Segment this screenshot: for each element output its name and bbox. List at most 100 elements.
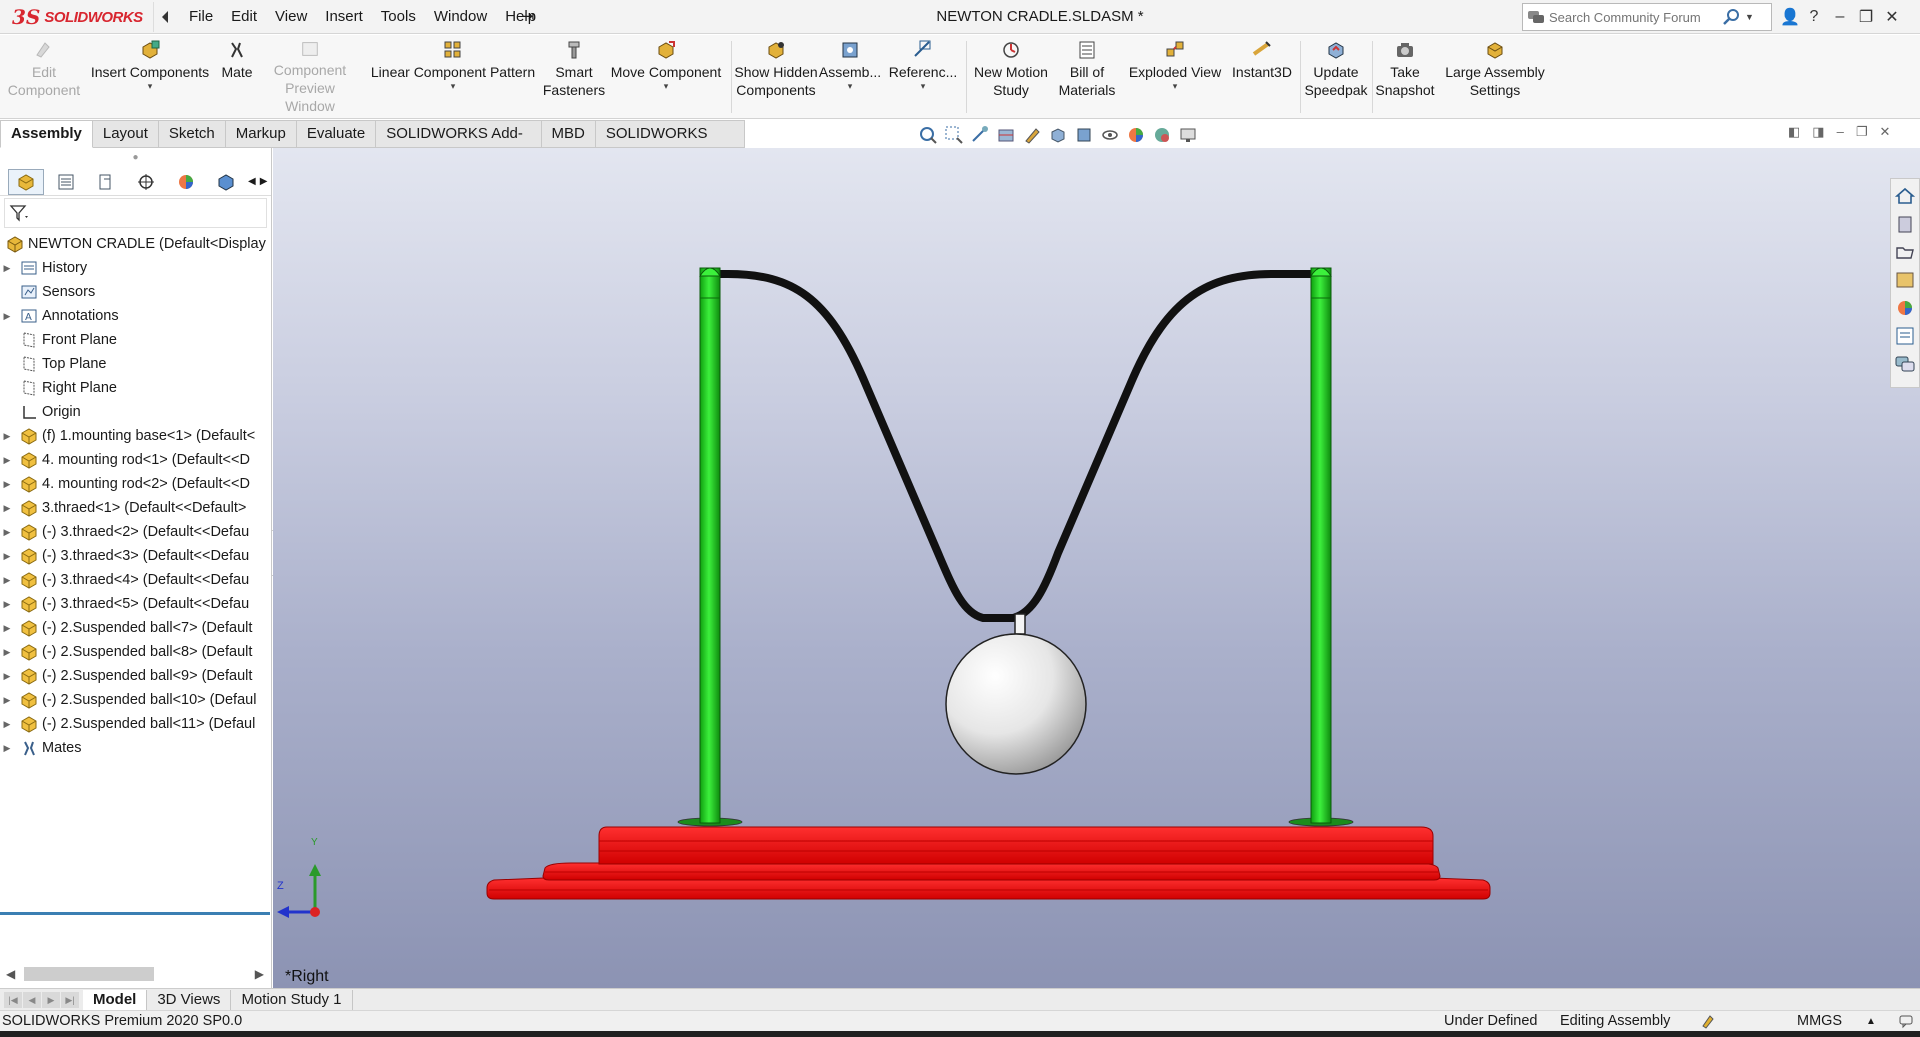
- insert-components-button[interactable]: Insert Components ▾: [90, 39, 210, 115]
- tab-mbd[interactable]: MBD: [541, 120, 596, 148]
- display-style-icon[interactable]: [1074, 125, 1094, 145]
- menu-view[interactable]: View: [266, 0, 316, 34]
- referenc-button[interactable]: Referenc... ▾: [889, 39, 957, 115]
- expand-arrow-icon[interactable]: ▶: [0, 527, 14, 538]
- expand-arrow-icon[interactable]: ▶: [0, 311, 14, 322]
- expand-arrow-icon[interactable]: ▶: [0, 479, 14, 490]
- filter-icon[interactable]: [9, 204, 31, 222]
- tab-markup[interactable]: Markup: [225, 120, 297, 148]
- menu-expand-arrow-icon[interactable]: [158, 8, 172, 26]
- units-menu-arrow[interactable]: ▲: [1866, 1011, 1876, 1032]
- search-input[interactable]: [1549, 9, 1719, 25]
- show-hidden-components-button[interactable]: Show Hidden Components: [734, 39, 818, 115]
- prev-tab-arrow[interactable]: ◀: [23, 991, 41, 1008]
- tree-item[interactable]: ▶ (-) 3.thraed<4> (Default<<Defau: [0, 568, 272, 592]
- community-search-box[interactable]: ▼: [1522, 3, 1772, 31]
- expand-arrow-icon[interactable]: ▶: [0, 623, 14, 634]
- tree-item[interactable]: ▶ (-) 2.Suspended ball<9> (Default: [0, 664, 272, 688]
- tree-item[interactable]: Top Plane: [0, 352, 272, 376]
- display-manager-tab-icon[interactable]: [168, 169, 204, 195]
- tree-item[interactable]: ▶ (-) 2.Suspended ball<8> (Default: [0, 640, 272, 664]
- first-tab-arrow[interactable]: |◀: [4, 991, 22, 1008]
- component-preview-window-button[interactable]: Component Preview Window: [260, 39, 360, 115]
- tree-item[interactable]: ▶ (f) 1.mounting base<1> (Default<: [0, 424, 272, 448]
- update-speedpak-button[interactable]: Update Speedpak: [1303, 39, 1369, 115]
- dropdown-arrow-icon[interactable]: ▾: [148, 81, 153, 91]
- tile-right-icon[interactable]: ◨: [1812, 124, 1824, 140]
- panel-tabs-right-arrow[interactable]: ▶: [260, 176, 268, 187]
- tree-item[interactable]: ▶ 4. mounting rod<1> (Default<<D: [0, 448, 272, 472]
- scroll-left-arrow[interactable]: ◀: [6, 967, 15, 981]
- previous-view-icon[interactable]: [970, 125, 990, 145]
- tree-item[interactable]: Front Plane: [0, 328, 272, 352]
- panel-tabs-left-arrow[interactable]: ◀: [248, 176, 256, 187]
- tab-solidworks-add-ins[interactable]: SOLIDWORKS Add-Ins: [376, 120, 542, 168]
- scroll-right-arrow[interactable]: ▶: [255, 967, 264, 981]
- menu-file[interactable]: File: [180, 0, 222, 34]
- scroll-thumb[interactable]: [24, 967, 154, 981]
- tree-item[interactable]: ▶ (-) 2.Suspended ball<10> (Defaul: [0, 688, 272, 712]
- tree-item[interactable]: ▶ A Annotations: [0, 304, 272, 328]
- forum-icon[interactable]: [1894, 353, 1916, 375]
- close-button[interactable]: ✕: [1884, 7, 1900, 27]
- doc-restore-icon[interactable]: ❐: [1856, 124, 1868, 140]
- hide-show-items-icon[interactable]: [1100, 125, 1120, 145]
- tab-layout[interactable]: Layout: [92, 120, 159, 148]
- menu-edit[interactable]: Edit: [222, 0, 266, 34]
- expand-arrow-icon[interactable]: ▶: [0, 431, 14, 442]
- solidworks-logo[interactable]: 3S SOLIDWORKS: [4, 2, 154, 32]
- dropdown-arrow-icon[interactable]: ▾: [1173, 81, 1178, 91]
- smart-fasteners-button[interactable]: Smart Fasteners: [543, 39, 605, 115]
- mounting-rod-right[interactable]: [1310, 267, 1332, 824]
- help-icon[interactable]: ?: [1806, 8, 1822, 26]
- bottom-tab-3d-views[interactable]: 3D Views: [147, 989, 232, 1010]
- dropdown-arrow-icon[interactable]: ▾: [921, 81, 926, 91]
- minimize-button[interactable]: –: [1832, 8, 1848, 26]
- configurationmanager-tab-icon[interactable]: [88, 169, 124, 195]
- menu-insert[interactable]: Insert: [316, 0, 372, 34]
- expand-arrow-icon[interactable]: ▶: [0, 575, 14, 586]
- view-palette-icon[interactable]: [1894, 269, 1916, 291]
- tree-item[interactable]: Sensors: [0, 280, 272, 304]
- view-settings-icon[interactable]: [1178, 125, 1198, 145]
- search-dropdown-icon[interactable]: ▼: [1745, 12, 1754, 22]
- tab-solidworks-cam[interactable]: SOLIDWORKS CAM: [595, 120, 745, 168]
- tree-item[interactable]: ▶ (-) 3.thraed<2> (Default<<Defau: [0, 520, 272, 544]
- restore-button[interactable]: ❐: [1858, 7, 1874, 27]
- dynamic-annotation-icon[interactable]: [1022, 125, 1042, 145]
- pin-menu-icon[interactable]: ⇥: [518, 7, 538, 27]
- bill-of-materials-button[interactable]: Bill of Materials: [1056, 39, 1118, 115]
- cam-tab-icon[interactable]: [208, 169, 244, 195]
- tree-item[interactable]: Origin: [0, 400, 272, 424]
- tile-left-icon[interactable]: ◧: [1788, 124, 1800, 140]
- tab-assembly[interactable]: Assembly: [0, 120, 93, 148]
- expand-arrow-icon[interactable]: ▶: [0, 551, 14, 562]
- featuremanager-tab-icon[interactable]: [8, 168, 44, 195]
- exploded-view-button[interactable]: Exploded View ▾: [1128, 39, 1222, 115]
- suspension-thread[interactable]: [706, 270, 1325, 622]
- newton-cradle-model[interactable]: [273, 148, 1920, 988]
- next-tab-arrow[interactable]: ▶: [42, 991, 60, 1008]
- apply-scene-icon[interactable]: [1152, 125, 1172, 145]
- panel-grip[interactable]: ●: [0, 148, 271, 168]
- tree-item[interactable]: ▶ (-) 3.thraed<3> (Default<<Defau: [0, 544, 272, 568]
- tree-filter[interactable]: [4, 198, 267, 228]
- tree-item[interactable]: ▶ 3.thraed<1> (Default<<Default>: [0, 496, 272, 520]
- bottom-tab-motion-study-1[interactable]: Motion Study 1: [231, 989, 353, 1010]
- expand-arrow-icon[interactable]: ▶: [0, 503, 14, 514]
- mounting-rod-left[interactable]: [699, 267, 721, 824]
- zoom-to-area-icon[interactable]: [944, 125, 964, 145]
- expand-arrow-icon[interactable]: ▶: [0, 671, 14, 682]
- mounting-base[interactable]: [486, 817, 1491, 900]
- instant3d-button[interactable]: Instant3D: [1227, 39, 1297, 115]
- move-component-button[interactable]: Move Component ▾: [606, 39, 726, 115]
- user-account-icon[interactable]: 👤: [1780, 7, 1800, 27]
- large-assembly-settings-button[interactable]: Large Assembly Settings: [1440, 39, 1550, 115]
- tree-item[interactable]: ▶ (-) 2.Suspended ball<11> (Defaul: [0, 712, 272, 736]
- tree-item[interactable]: ▶ 4. mounting rod<2> (Default<<D: [0, 472, 272, 496]
- edit-component-button[interactable]: Edit Component: [4, 39, 84, 115]
- mate-button[interactable]: Mate: [217, 39, 257, 115]
- tree-item[interactable]: ▶ (-) 2.Suspended ball<7> (Default: [0, 616, 272, 640]
- zoom-to-fit-icon[interactable]: [918, 125, 938, 145]
- graphics-area[interactable]: Y Z *Right: [273, 148, 1920, 988]
